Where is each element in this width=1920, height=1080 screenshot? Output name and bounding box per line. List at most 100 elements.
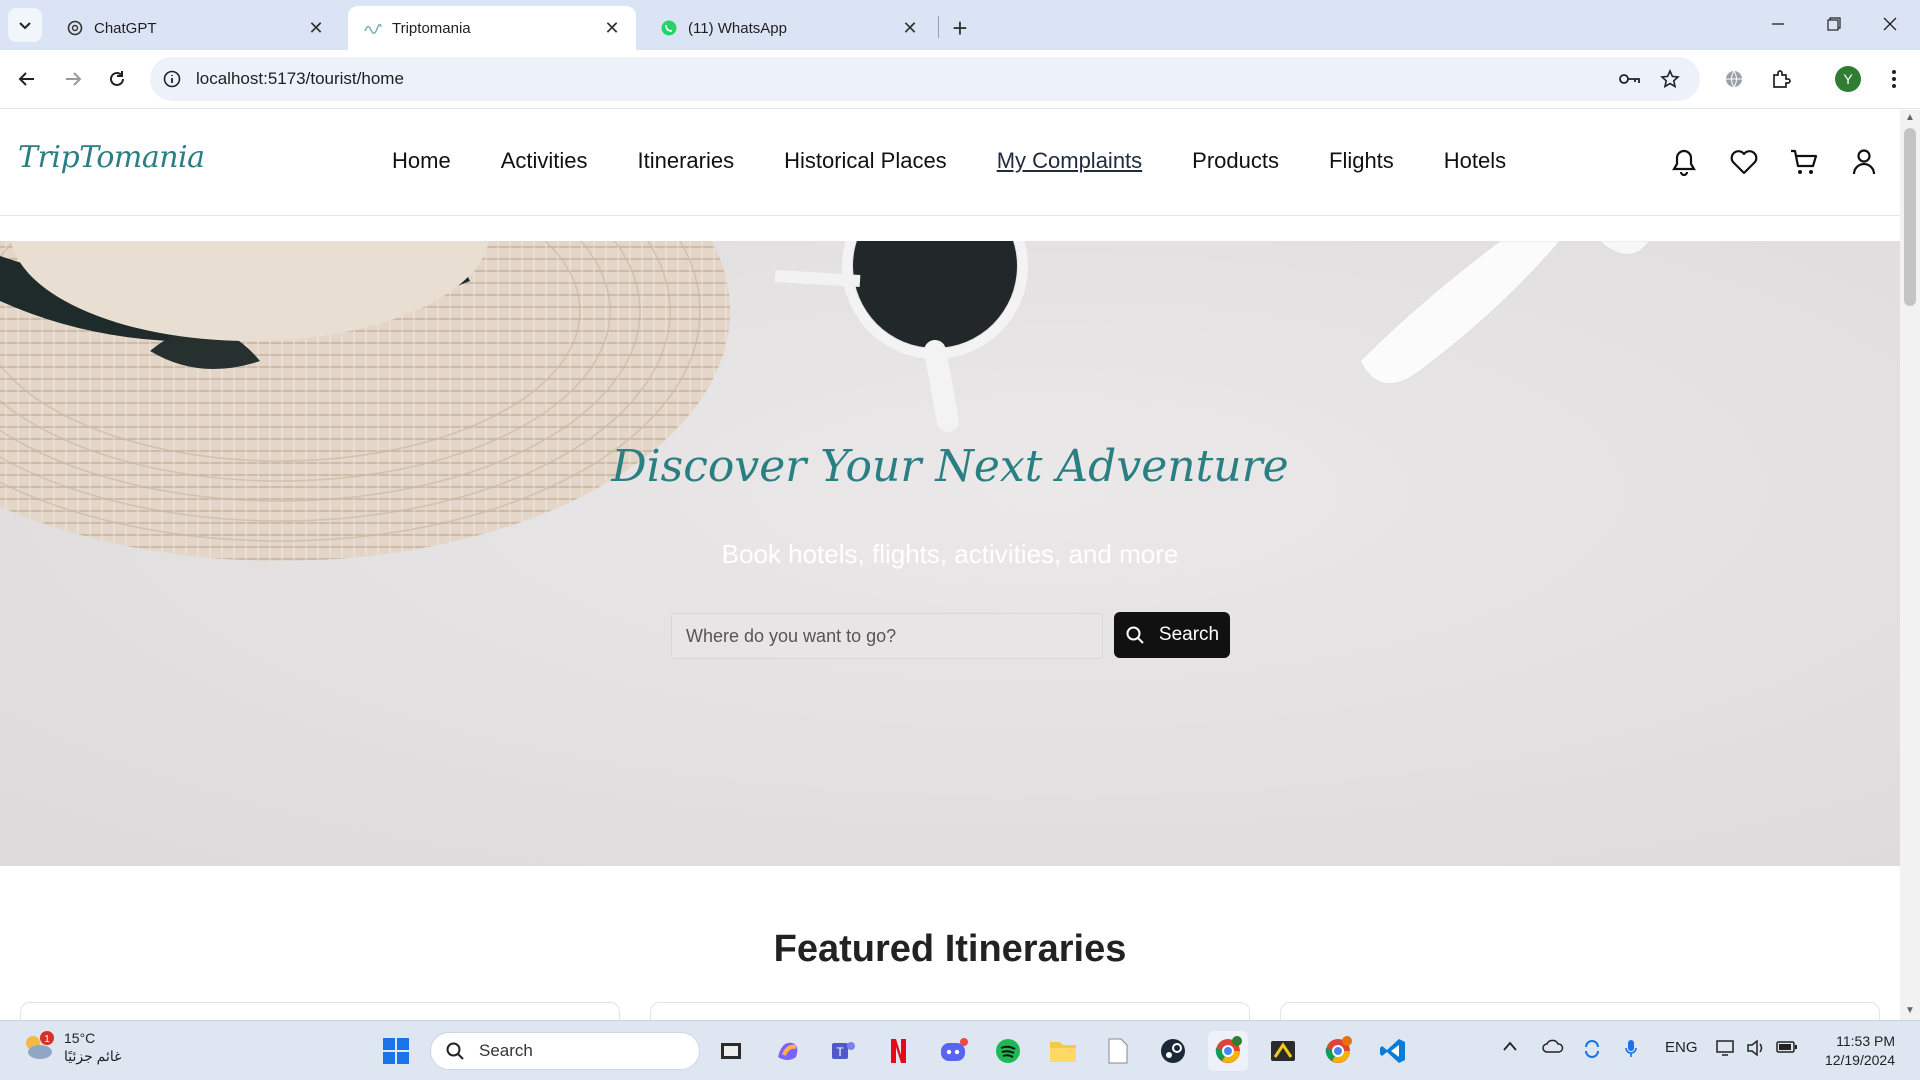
site-info-icon[interactable] <box>160 67 184 91</box>
back-button[interactable] <box>10 62 44 96</box>
more-vertical-icon <box>1892 70 1896 88</box>
tab-search-button[interactable] <box>8 8 42 42</box>
address-bar[interactable]: localhost:5173/tourist/home <box>150 57 1700 101</box>
browser-menu-button[interactable] <box>1878 63 1910 95</box>
chrome-button-active[interactable] <box>1208 1031 1248 1071</box>
paint-app-button[interactable] <box>1263 1031 1303 1071</box>
teams-icon: T <box>832 1042 855 1059</box>
tab-chatgpt[interactable]: ChatGPT ✕ <box>50 6 340 50</box>
scroll-down-icon[interactable]: ▼ <box>1904 1005 1916 1017</box>
search-button[interactable]: Search <box>1114 612 1230 658</box>
weather-widget[interactable]: 1 15°C غائم جزئيًا <box>20 1029 121 1065</box>
minimize-button[interactable] <box>1750 0 1806 48</box>
itinerary-card[interactable] <box>1280 1002 1880 1020</box>
svg-text:T: T <box>836 1045 844 1059</box>
reload-button[interactable] <box>100 62 134 96</box>
nav-activities[interactable]: Activities <box>501 148 588 174</box>
scrollbar-thumb[interactable] <box>1904 128 1916 306</box>
taskbar-search-box[interactable]: Search <box>430 1032 700 1070</box>
nav-itineraries[interactable]: Itineraries <box>637 148 734 174</box>
file-explorer-button[interactable] <box>1043 1031 1083 1071</box>
search-button-label: Search <box>1158 624 1220 645</box>
weather-description: غائم جزئيًا <box>64 1048 122 1064</box>
arrow-left-icon <box>18 72 34 86</box>
password-key-icon[interactable] <box>1618 67 1642 91</box>
document-icon <box>1108 1038 1128 1064</box>
nav-flights[interactable]: Flights <box>1329 148 1394 174</box>
browser-tab-strip: ChatGPT ✕ Triptomania ✕ (11) WhatsApp ✕ … <box>0 0 1920 50</box>
clock-time: 11:53 PM <box>1836 1033 1895 1049</box>
nav-hotels[interactable]: Hotels <box>1444 148 1506 174</box>
itinerary-card[interactable] <box>650 1002 1250 1020</box>
scroll-up-icon[interactable]: ▲ <box>1904 112 1916 124</box>
translate-icon[interactable] <box>1718 63 1750 95</box>
restore-button[interactable] <box>1806 0 1862 48</box>
reload-icon <box>110 71 124 86</box>
spotify-button[interactable] <box>988 1031 1028 1071</box>
close-tab-icon[interactable]: ✕ <box>602 18 622 38</box>
teams-button[interactable]: T <box>823 1031 863 1071</box>
network-icon[interactable] <box>1716 1039 1736 1061</box>
chevron-up-icon <box>1503 1041 1517 1051</box>
nav-home[interactable]: Home <box>392 148 451 174</box>
chrome-profile-button[interactable] <box>1318 1031 1358 1071</box>
notepad-button[interactable] <box>1098 1031 1138 1071</box>
steam-icon <box>1161 1039 1185 1063</box>
search-icon <box>1126 626 1144 644</box>
tab-whatsapp[interactable]: (11) WhatsApp ✕ <box>644 6 934 50</box>
close-tab-icon[interactable]: ✕ <box>306 18 326 38</box>
user-icon <box>1852 149 1876 175</box>
cart-button[interactable] <box>1788 146 1820 178</box>
chrome-icon <box>1325 1036 1352 1063</box>
volume-icon[interactable] <box>1746 1039 1766 1061</box>
start-button[interactable] <box>376 1031 416 1071</box>
tab-triptomania[interactable]: Triptomania ✕ <box>348 6 636 50</box>
close-window-button[interactable] <box>1862 0 1918 48</box>
destination-search-input[interactable] <box>671 613 1103 659</box>
profile-avatar-button[interactable]: Y <box>1832 63 1864 95</box>
account-button[interactable] <box>1848 146 1880 178</box>
cloud-sun-icon: 1 <box>26 1031 54 1059</box>
notifications-button[interactable] <box>1668 146 1700 178</box>
microphone-icon[interactable] <box>1624 1039 1638 1063</box>
bell-icon <box>1672 149 1696 176</box>
close-tab-icon[interactable]: ✕ <box>900 18 920 38</box>
nav-my-complaints[interactable]: My Complaints <box>997 148 1142 174</box>
sync-icon[interactable] <box>1582 1039 1602 1063</box>
netflix-button[interactable] <box>878 1031 918 1071</box>
heart-icon <box>1730 150 1758 175</box>
app-icon <box>1271 1041 1295 1061</box>
nav-products[interactable]: Products <box>1192 148 1279 174</box>
main-nav: Home Activities Itineraries Historical P… <box>392 148 1556 174</box>
new-tab-button[interactable]: + <box>944 12 976 44</box>
forward-button[interactable] <box>56 62 90 96</box>
page-scrollbar[interactable]: ▲ ▼ <box>1900 110 1920 1020</box>
system-clock[interactable]: 11:53 PM 12/19/2024 <box>1815 1032 1895 1070</box>
language-indicator[interactable]: ENG <box>1665 1039 1698 1056</box>
task-view-button[interactable] <box>711 1031 751 1071</box>
battery-icon[interactable] <box>1776 1039 1798 1059</box>
copilot-icon <box>778 1042 798 1060</box>
wishlist-button[interactable] <box>1728 146 1760 178</box>
hero-section: Discover Your Next Adventure Book hotels… <box>0 241 1900 866</box>
vscode-icon <box>1380 1039 1405 1063</box>
nav-historical-places[interactable]: Historical Places <box>784 148 947 174</box>
search-icon <box>446 1042 464 1060</box>
extensions-icon[interactable] <box>1765 63 1797 95</box>
steam-button[interactable] <box>1153 1031 1193 1071</box>
discord-button[interactable] <box>934 1031 974 1071</box>
show-hidden-icons-button[interactable] <box>1502 1039 1518 1056</box>
chevron-down-icon <box>19 22 31 30</box>
clock-date: 12/19/2024 <box>1824 1052 1895 1068</box>
copilot-button[interactable] <box>768 1031 808 1071</box>
vscode-button[interactable] <box>1373 1031 1413 1071</box>
site-logo[interactable]: TripTomania <box>18 140 205 175</box>
itinerary-card[interactable] <box>20 1002 620 1020</box>
site-header: TripTomania Home Activities Itineraries … <box>0 110 1900 216</box>
url-text[interactable]: localhost:5173/tourist/home <box>196 69 404 89</box>
page-viewport: TripTomania Home Activities Itineraries … <box>0 110 1900 1020</box>
bookmark-star-icon[interactable] <box>1658 67 1682 91</box>
taskbar-search-label: Search <box>479 1041 533 1060</box>
close-icon <box>1883 17 1897 31</box>
onedrive-icon[interactable] <box>1542 1039 1564 1057</box>
